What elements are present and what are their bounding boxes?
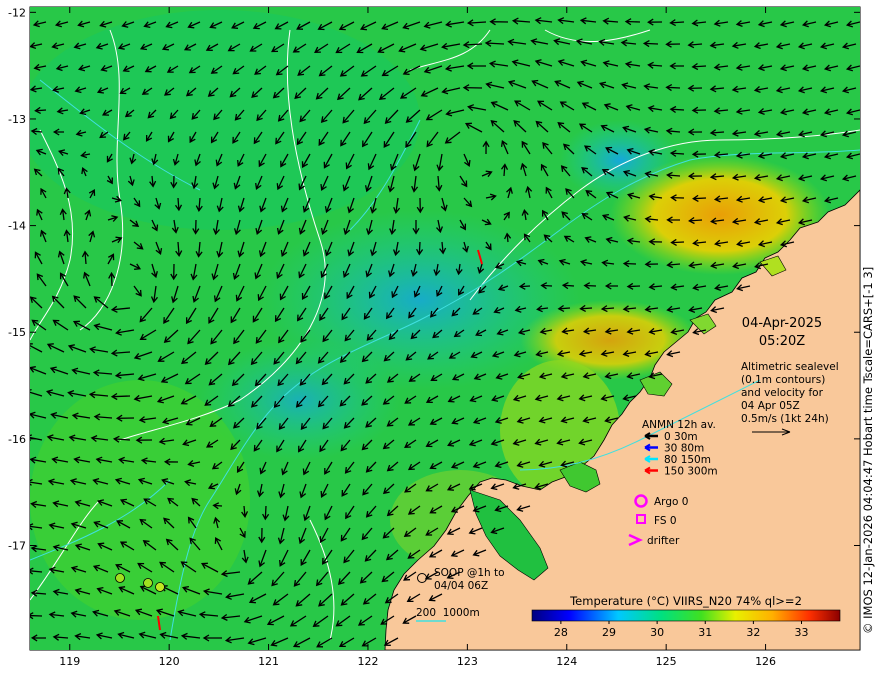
- lon-tick-label: 126: [755, 655, 776, 668]
- colorbar-tick-label: 29: [602, 626, 616, 639]
- timestamp-date: 04-Apr-2025: [742, 316, 822, 331]
- lon-tick-label: 123: [457, 655, 478, 668]
- svg-text:0.5m/s (1kt 24h): 0.5m/s (1kt 24h): [741, 413, 829, 425]
- svg-text:(0.1m contours): (0.1m contours): [741, 374, 825, 386]
- svg-text:04 Apr 05Z: 04 Apr 05Z: [741, 400, 800, 412]
- lon-tick-label: 121: [258, 655, 279, 668]
- colorbar-tick-label: 28: [554, 626, 568, 639]
- svg-text:200 1000m: 200 1000m: [416, 607, 480, 619]
- isobath-legend: 200 1000m: [416, 607, 480, 622]
- svg-text:ANMN 12h av.: ANMN 12h av.: [642, 419, 716, 431]
- svg-text:150 300m: 150 300m: [664, 466, 718, 478]
- svg-text:and velocity for: and velocity for: [741, 387, 824, 399]
- lat-tick-label: -12: [8, 6, 26, 19]
- svg-text:drifter: drifter: [647, 535, 680, 547]
- float-dot: [155, 582, 165, 592]
- svg-text:80 150m: 80 150m: [664, 454, 711, 466]
- credit-strip: © IMOS 12-Jan-2026 04:04:47 Hobart time …: [861, 267, 875, 634]
- colorbar-title: Temperature (°C) VIIRS_N20 74% ql>=2: [569, 594, 802, 608]
- svg-text:Altimetric sealevel: Altimetric sealevel: [741, 361, 839, 373]
- credit-text: © IMOS 12-Jan-2026 04:04:47 Hobart time …: [861, 267, 875, 634]
- lon-tick-label: 125: [656, 655, 677, 668]
- colorbar-tick-label: 33: [795, 626, 809, 639]
- lon-tick-label: 119: [59, 655, 80, 668]
- svg-text:04/04 06Z: 04/04 06Z: [434, 580, 488, 592]
- svg-text:FS 0: FS 0: [654, 515, 677, 527]
- lon-tick-label: 124: [556, 655, 577, 668]
- lat-tick-label: -16: [8, 433, 26, 446]
- lon-tick-label: 120: [159, 655, 180, 668]
- float-dot: [115, 573, 125, 583]
- colorbar-tick-label: 32: [746, 626, 760, 639]
- lat-tick-label: -13: [8, 113, 26, 126]
- lon-tick-label: 122: [357, 655, 378, 668]
- colorbar-tick-label: 31: [698, 626, 712, 639]
- float-dot: [143, 578, 153, 588]
- lat-tick-label: -15: [8, 326, 26, 339]
- svg-text:SOOP @1h to: SOOP @1h to: [434, 567, 505, 579]
- svg-text:Argo 0: Argo 0: [654, 496, 688, 508]
- colorbar-tick-label: 30: [650, 626, 664, 639]
- lat-tick-label: -14: [8, 220, 26, 233]
- sst-field: [30, 7, 860, 650]
- timestamp-time: 05:20Z: [759, 334, 805, 349]
- svg-text:30 80m: 30 80m: [664, 443, 704, 455]
- svg-text:0 30m: 0 30m: [664, 431, 698, 443]
- sst-map: 119 120 121 122 123 124 125 126 -12 -13 -14 -15 -16…: [8, 6, 861, 668]
- lat-tick-label: -17: [8, 539, 26, 552]
